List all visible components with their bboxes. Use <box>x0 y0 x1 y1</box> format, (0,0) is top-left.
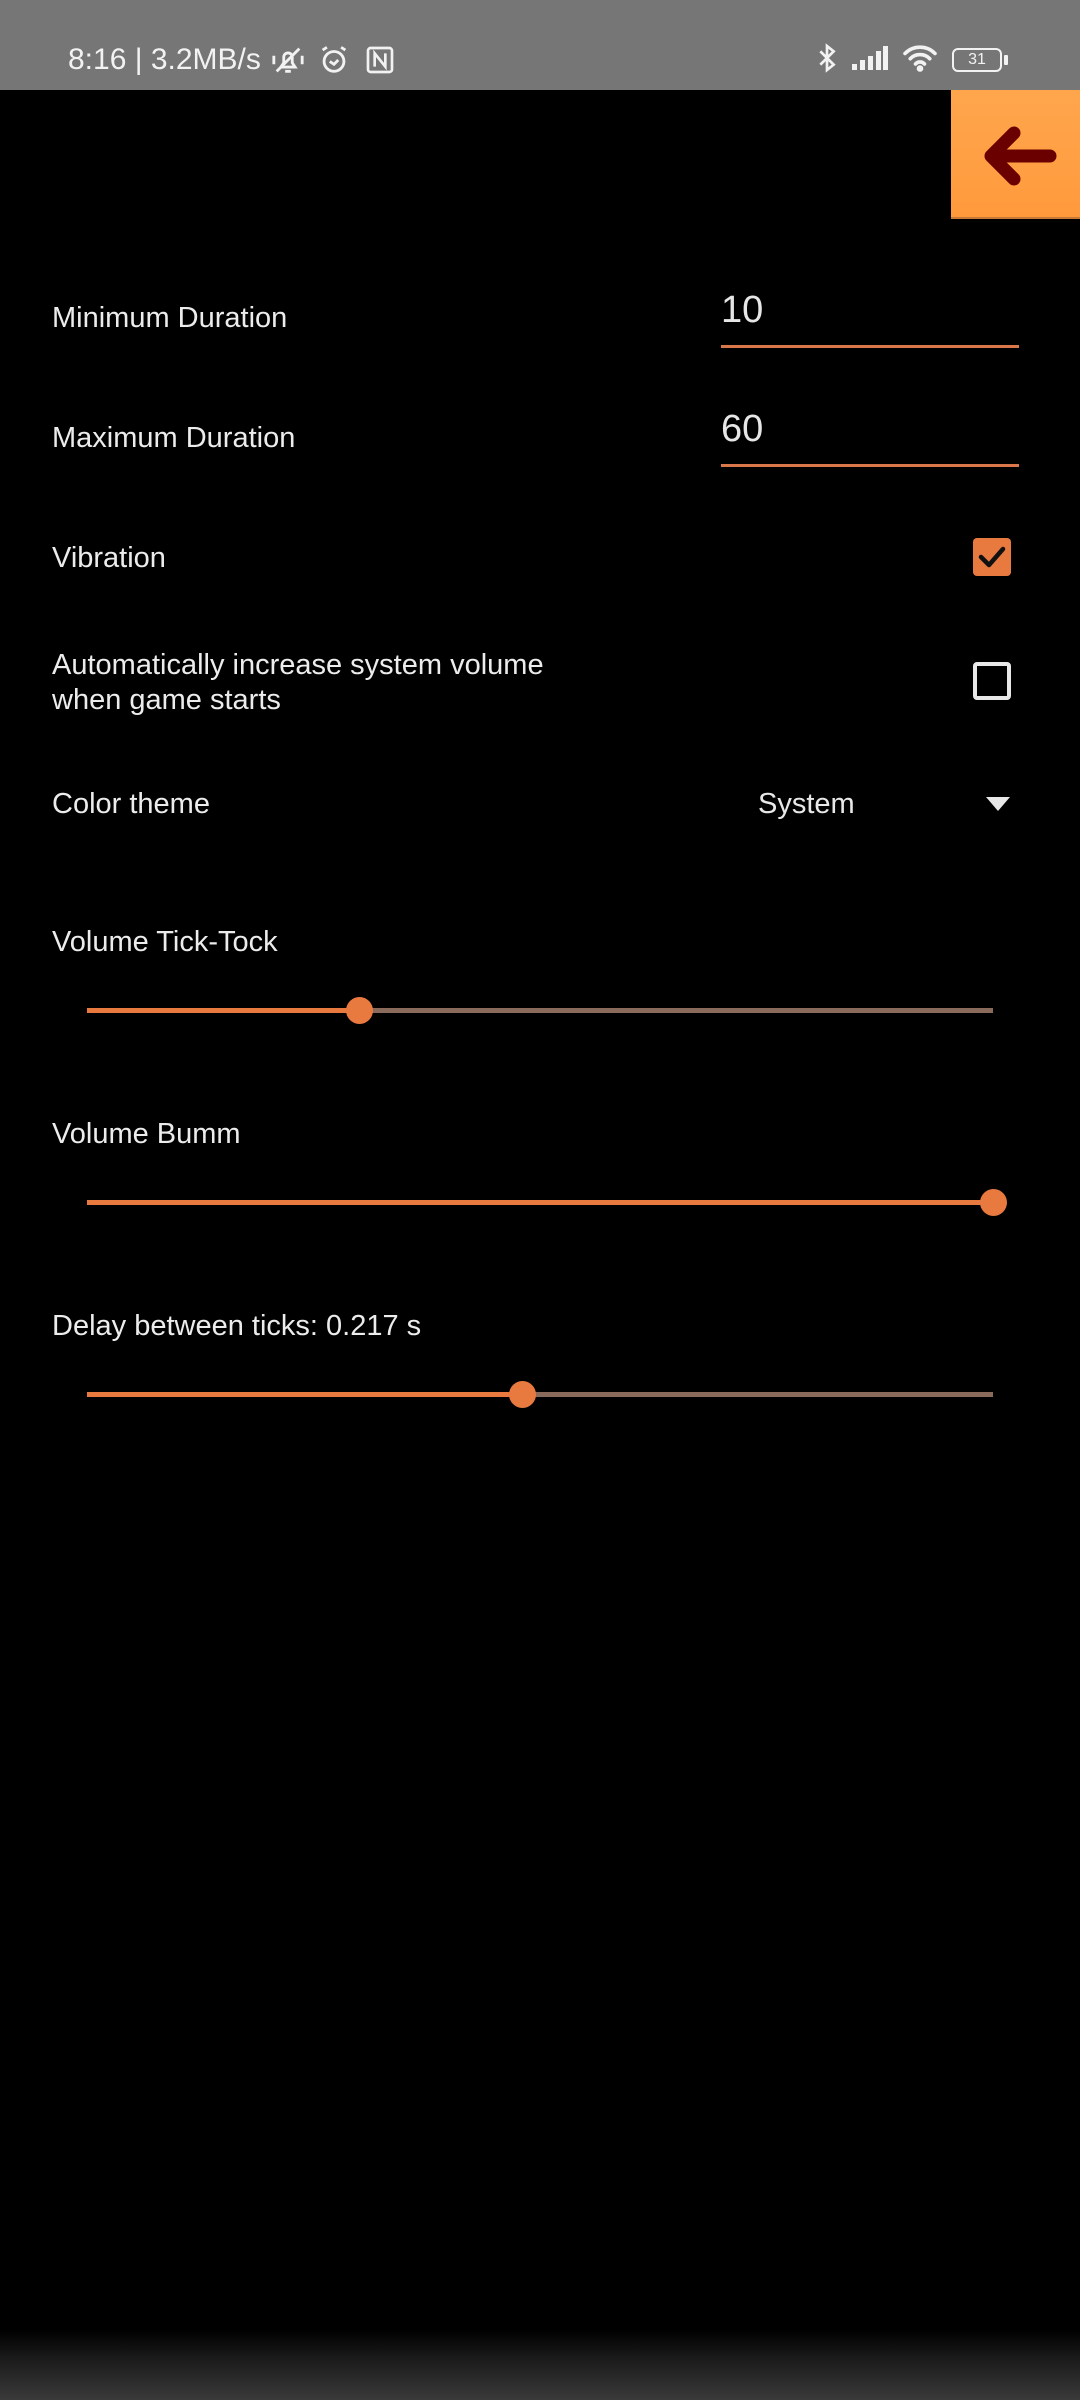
vibration-checkbox[interactable] <box>973 538 1011 576</box>
signal-icon <box>852 45 888 75</box>
slider-thumb[interactable] <box>345 997 373 1024</box>
nfc-icon <box>361 41 399 79</box>
arrow-left-icon <box>984 126 1056 185</box>
battery-level: 31 <box>952 48 1002 72</box>
vibrate-off-icon <box>269 41 307 79</box>
battery-icon: 31 <box>952 48 1008 72</box>
auto-volume-label-line1: Automatically increase system volume <box>52 649 544 681</box>
bluetooth-icon <box>816 42 838 79</box>
slider-fill <box>87 1200 993 1205</box>
color-theme-value: System <box>758 787 855 820</box>
min-duration-field[interactable] <box>721 278 1019 348</box>
color-theme-label: Color theme <box>52 787 210 820</box>
auto-volume-label-line2: when game starts <box>52 684 281 716</box>
dropdown-arrow-icon <box>986 797 1010 811</box>
navigation-bar-fade <box>0 2330 1080 2400</box>
delay-label: Delay between ticks: 0.217 s <box>52 1309 422 1342</box>
color-theme-dropdown[interactable]: System <box>740 774 1020 834</box>
volume-bumm-label: Volume Bumm <box>52 1117 241 1150</box>
checkmark-icon <box>978 546 1006 568</box>
slider-fill <box>87 1392 522 1397</box>
max-duration-input[interactable] <box>721 397 1019 461</box>
slider-fill <box>87 1008 359 1013</box>
volume-bumm-row: Volume Bumm <box>52 1116 1028 1152</box>
alarm-icon <box>315 41 353 79</box>
delay-row: Delay between ticks: 0.217 s <box>52 1308 1028 1344</box>
volume-ticktock-row: Volume Tick-Tock <box>52 924 1028 960</box>
slider-thumb[interactable] <box>980 1189 1007 1216</box>
volume-ticktock-slider[interactable] <box>87 990 993 1030</box>
volume-bumm-slider[interactable] <box>87 1182 1007 1222</box>
min-duration-input[interactable] <box>721 278 1019 342</box>
slider-thumb[interactable] <box>508 1381 536 1408</box>
status-bar: 8:16 | 3.2MB/s 31 <box>0 0 1080 90</box>
back-button[interactable] <box>951 90 1080 219</box>
auto-volume-checkbox[interactable] <box>973 662 1011 700</box>
volume-ticktock-label: Volume Tick-Tock <box>52 925 278 958</box>
delay-slider[interactable] <box>87 1374 993 1414</box>
time-speed: 8:16 | 3.2MB/s <box>68 43 261 76</box>
vibration-row: Vibration <box>52 540 1028 576</box>
wifi-icon <box>902 44 938 77</box>
min-duration-label: Minimum Duration <box>52 301 288 334</box>
max-duration-field[interactable] <box>721 397 1019 467</box>
max-duration-label: Maximum Duration <box>52 421 296 454</box>
auto-volume-row: Automatically increase system volume whe… <box>52 648 1028 720</box>
vibration-label: Vibration <box>52 541 166 574</box>
